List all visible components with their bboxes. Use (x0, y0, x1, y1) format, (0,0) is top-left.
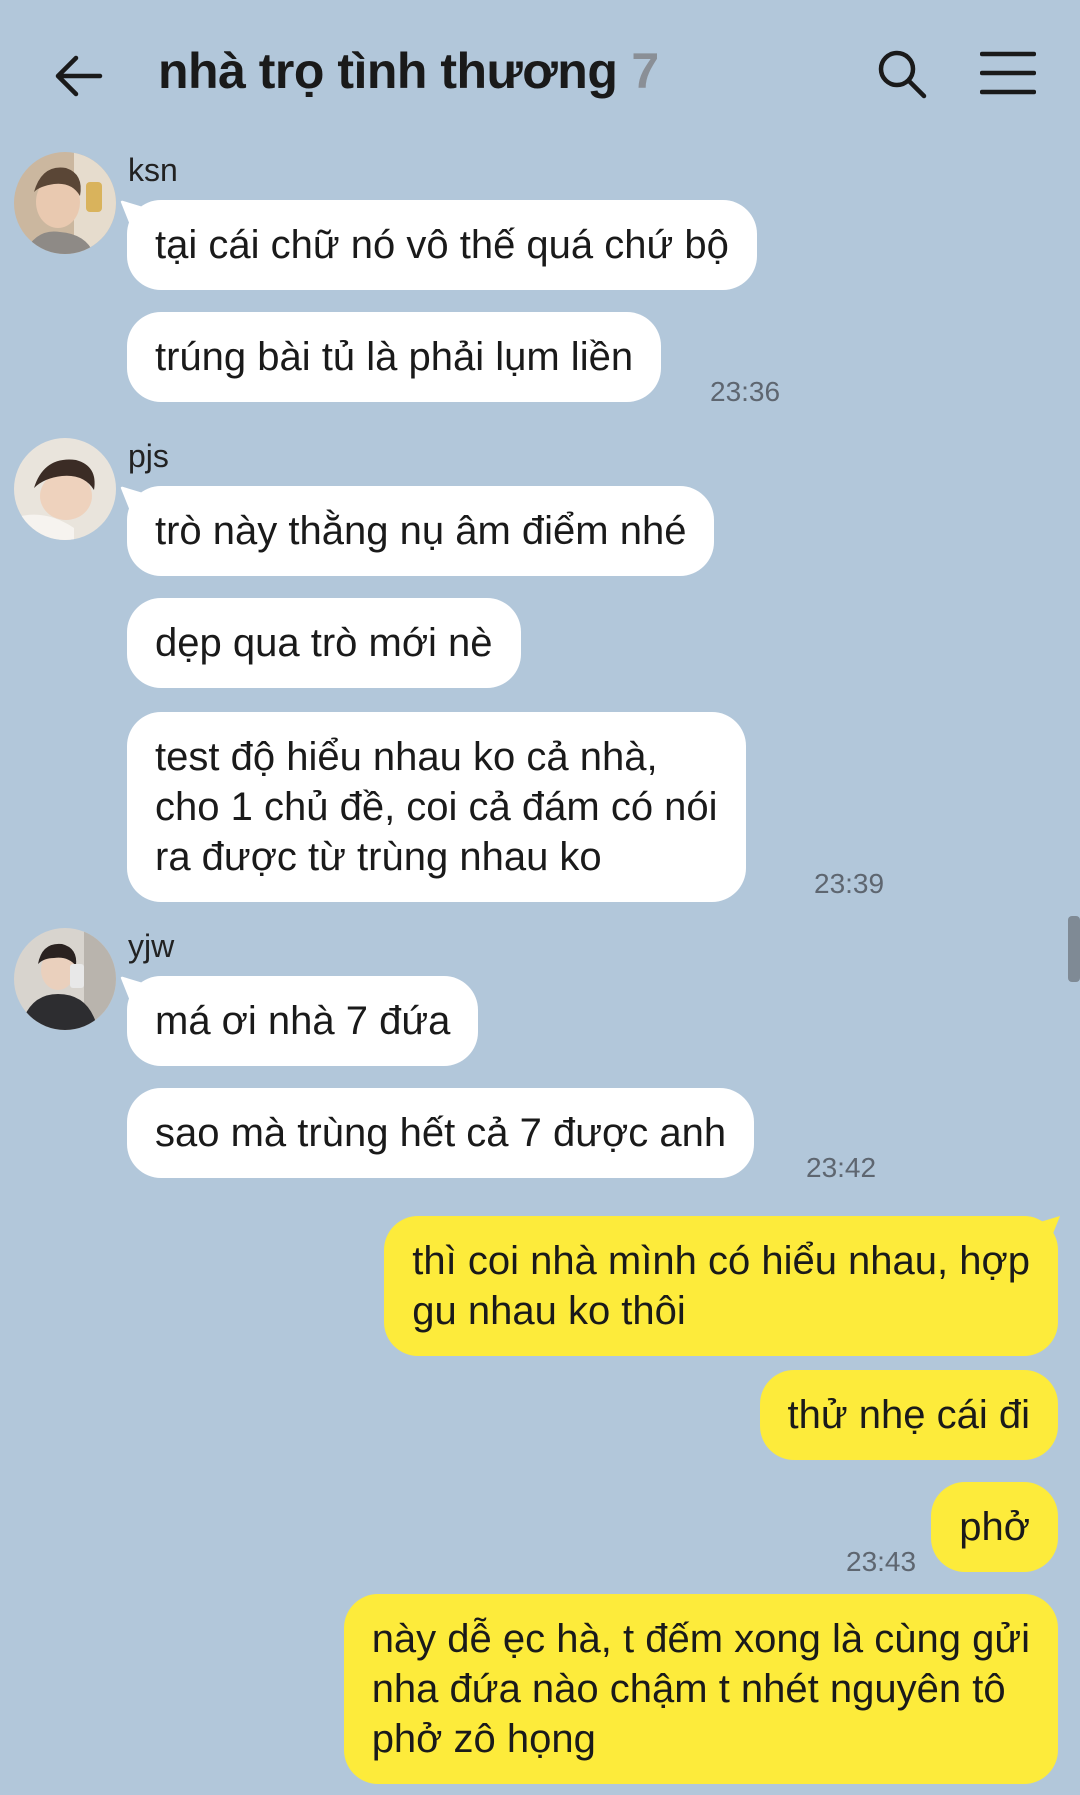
chat-header: nhà trọ tình thương 7 (0, 0, 1080, 150)
message-bubble[interactable]: test độ hiểu nhau ko cả nhà, cho 1 chủ đ… (127, 712, 746, 902)
message-bubble[interactable]: trò này thằng nụ âm điểm nhé (127, 486, 715, 576)
message-timestamp: 23:39 (814, 868, 885, 899)
message-line: nha đứa nào chậm t nhét nguyên tô (371, 1667, 1006, 1711)
message-line: thì coi nhà mình có hiểu nhau, hợp (412, 1239, 1030, 1283)
message-line: test độ hiểu nhau ko cả nhà, (155, 735, 658, 779)
message-bubble[interactable]: trúng bài tủ là phải lụm liền (127, 312, 662, 402)
sender-name: pjs (128, 438, 169, 474)
avatar-ksn[interactable] (14, 152, 116, 254)
my-message-bubble[interactable]: thì coi nhà mình có hiểu nhau, hợp gu nh… (384, 1216, 1058, 1356)
message-line: ra được từ trùng nhau ko (155, 835, 602, 879)
avatar-pjs[interactable] (14, 438, 116, 540)
message-bubble[interactable]: dẹp qua trò mới nè (127, 598, 521, 688)
message-line: phở zô họng (371, 1717, 596, 1761)
sender-name: yjw (128, 928, 175, 964)
message-bubble[interactable]: sao mà trùng hết cả 7 được anh (127, 1088, 755, 1178)
message-timestamp: 23:36 (710, 376, 781, 407)
scrollbar-thumb[interactable] (1068, 916, 1080, 982)
member-count: 7 (631, 43, 659, 99)
search-icon[interactable] (876, 48, 928, 100)
chat-room-name: nhà trọ tình thương (158, 43, 618, 99)
my-message-bubble[interactable]: phở (931, 1482, 1058, 1572)
my-message-bubble[interactable]: thử nhẹ cái đi (759, 1370, 1058, 1460)
message-bubble[interactable]: tại cái chữ nó vô thế quá chứ bộ (127, 200, 757, 290)
profile-photo-icon (14, 438, 116, 540)
message-bubble[interactable]: má ơi nhà 7 đứa (127, 976, 479, 1066)
message-timestamp: 23:43 (846, 1546, 917, 1577)
my-message-bubble[interactable]: này dễ ẹc hà, t đếm xong là cùng gửi nha… (343, 1594, 1058, 1784)
sender-name: ksn (128, 152, 178, 188)
message-timestamp: 23:42 (806, 1152, 877, 1183)
profile-photo-icon (14, 928, 116, 1030)
message-line: cho 1 chủ đề, coi cả đám có nói (155, 785, 718, 829)
profile-photo-icon (14, 152, 116, 254)
message-line: gu nhau ko thôi (412, 1289, 686, 1333)
hamburger-menu-icon[interactable] (980, 50, 1036, 96)
chat-title: nhà trọ tình thương 7 (158, 42, 659, 100)
back-arrow-icon[interactable] (52, 50, 104, 102)
avatar-yjw[interactable] (14, 928, 116, 1030)
message-line: này dễ ẹc hà, t đếm xong là cùng gửi (371, 1617, 1030, 1661)
